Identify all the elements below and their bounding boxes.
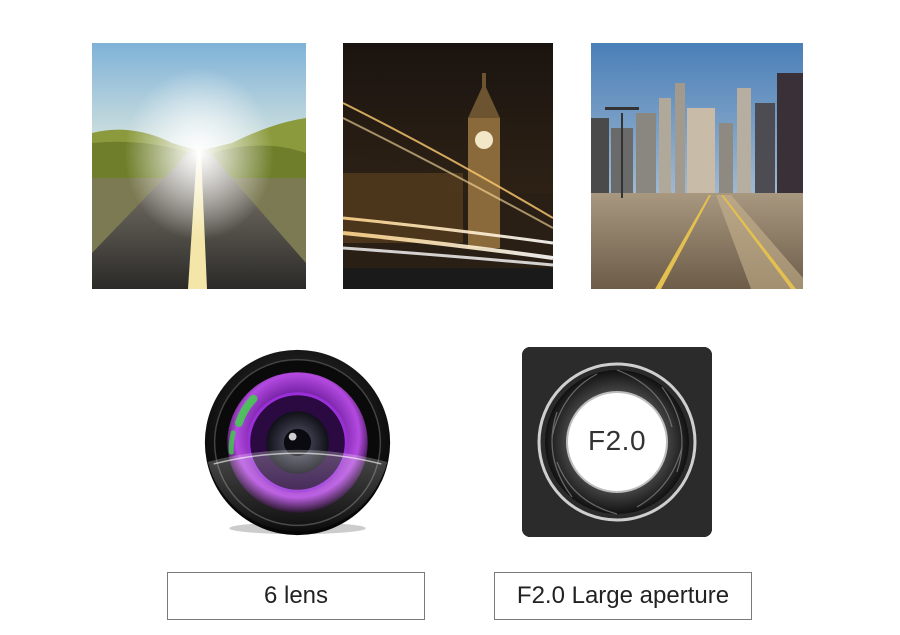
city-street-photo xyxy=(591,43,803,289)
aperture-label: F2.0 Large aperture xyxy=(494,572,752,620)
lens-count-label: 6 lens xyxy=(167,572,425,620)
clock-tower-night-photo xyxy=(343,43,553,289)
aperture-icon: F2.0 xyxy=(522,347,712,537)
road-sunset-photo xyxy=(92,43,306,289)
camera-lens-icon xyxy=(200,345,395,540)
aperture-value-text: F2.0 xyxy=(587,425,647,456)
